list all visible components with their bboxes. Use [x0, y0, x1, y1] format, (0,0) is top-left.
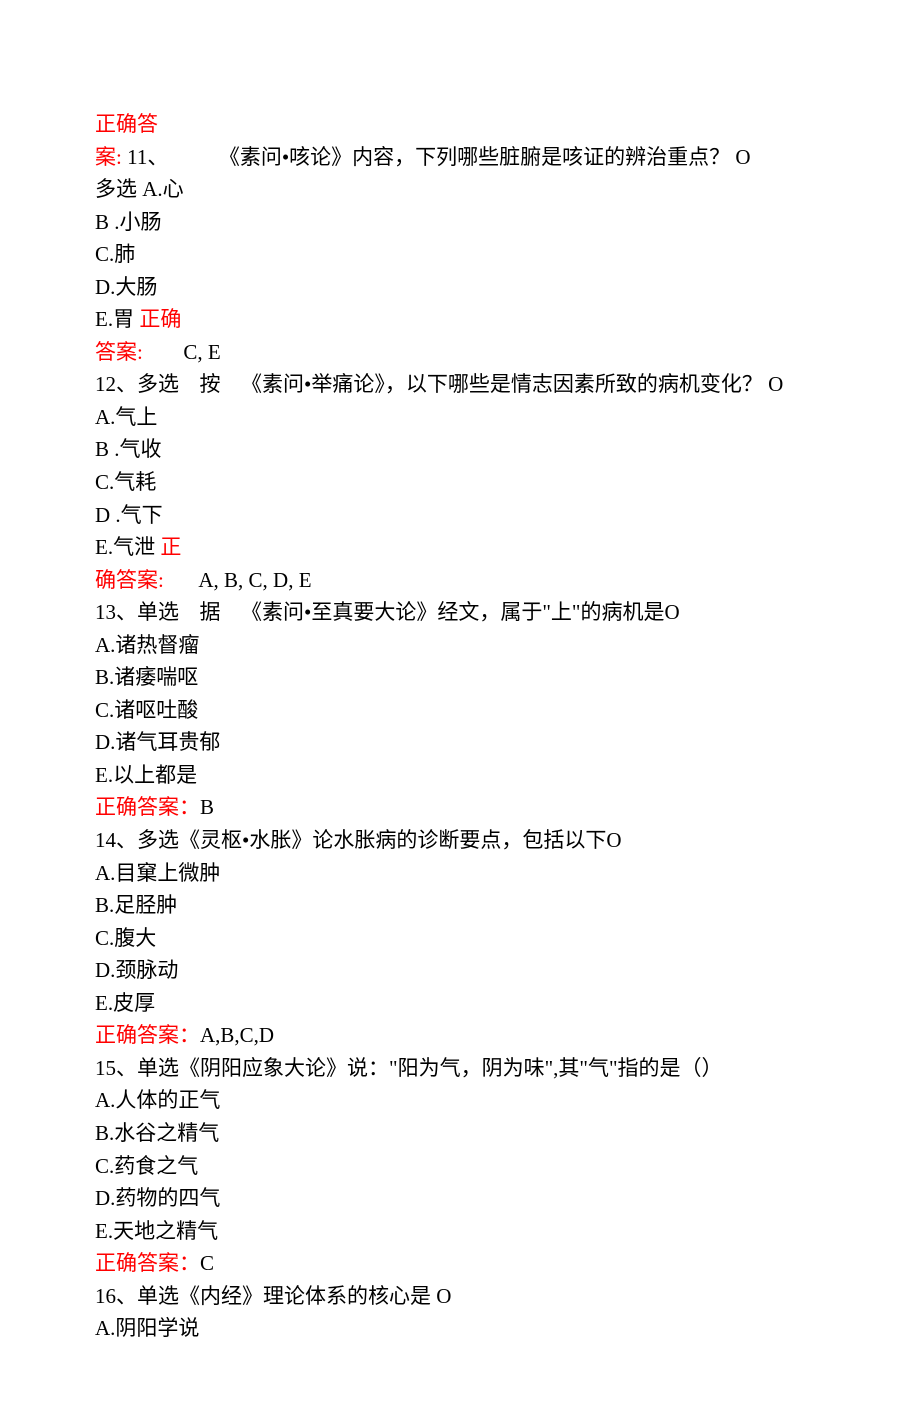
option-line: A.目窠上微肿 [95, 857, 900, 890]
option-line: C.气耗 [95, 466, 900, 499]
question-number: 14、多选 [95, 828, 179, 852]
option-line: A.阴阳学说 [95, 1312, 900, 1345]
question-stem: 16、单选《内经》理论体系的核心是 O [95, 1280, 900, 1313]
stem-text: 《灵枢•水胀》论水胀病的诊断要点，包括以下O [179, 828, 622, 852]
option-line: B.水谷之精气 [95, 1117, 900, 1150]
answer-value: A,B,C,D [200, 1023, 274, 1047]
option-line: C.诸呕吐酸 [95, 694, 900, 727]
answer-value: C, E [183, 340, 220, 364]
answer-label-part: 正 [160, 535, 181, 559]
question-number: 15、单选 [95, 1056, 179, 1080]
stem-text: 《素问•举痛论》，以下哪些是情志因素所致的病机变化？ O [241, 372, 783, 396]
question-stem: 案: 11、 《素问•咳论》内容，下列哪些脏腑是咳证的辨治重点？ O [95, 141, 900, 174]
answer-label: 正确答案： [95, 1251, 200, 1275]
option-line: D.颈脉动 [95, 954, 900, 987]
stem-text: 《素问•咳论》内容，下列哪些脏腑是咳证的辨治重点？ O [219, 145, 751, 169]
option-line: B.诸痿喘呕 [95, 661, 900, 694]
stem-prefix: 按 [200, 372, 221, 396]
question-stem: 15、单选《阴阳应象大论》说："阳为气，阴为味",其"气"指的是（） [95, 1052, 900, 1085]
option-line: A.人体的正气 [95, 1084, 900, 1117]
answer-label-part: 案: [95, 145, 127, 169]
option-text: E.气泄 [95, 535, 160, 559]
answer-label-part: 确答案: [95, 568, 164, 592]
answer-label: 正确答案： [95, 1023, 200, 1047]
answer-line: 确答案: A, B, C, D, E [95, 564, 900, 597]
stem-prefix: 据 [200, 600, 221, 624]
option-line: E.皮厚 [95, 987, 900, 1020]
stem-text: 《阴阳应象大论》说："阳为气，阴为味",其"气"指的是（） [179, 1056, 723, 1080]
stem-text: 《素问•至真要大论》经文，属于"上"的病机是O [241, 600, 680, 624]
option-line: D.药物的四气 [95, 1182, 900, 1215]
question-number: 11、 [127, 145, 168, 169]
answer-label-part: 正确 [139, 307, 181, 331]
question-stem: 13、单选 据 《素问•至真要大论》经文，属于"上"的病机是O [95, 596, 900, 629]
answer-line: 答案: C, E [95, 336, 900, 369]
answer-line: 正确答案：B [95, 791, 900, 824]
option-line: 多选 A.心 [95, 173, 900, 206]
option-line: A.气上 [95, 401, 900, 434]
option-line: E.天地之精气 [95, 1215, 900, 1248]
answer-line: 正确答案：A,B,C,D [95, 1019, 900, 1052]
answer-value: A, B, C, D, E [198, 568, 311, 592]
option-line: B .小肠 [95, 206, 900, 239]
question-number: 16、单选 [95, 1284, 179, 1308]
option-line: D .气下 [95, 499, 900, 532]
answer-label: 正确答案： [95, 795, 200, 819]
answer-line: 正确答案：C [95, 1247, 900, 1280]
question-stem: 12、多选 按 《素问•举痛论》，以下哪些是情志因素所致的病机变化？ O [95, 368, 900, 401]
option-line: C.腹大 [95, 922, 900, 955]
option-and-answer: E.气泄 正 [95, 531, 900, 564]
answer-label-part: 答案: [95, 340, 143, 364]
document-page: 正确答 案: 11、 《素问•咳论》内容，下列哪些脏腑是咳证的辨治重点？ O 多… [0, 0, 920, 1405]
question-stem: 14、多选《灵枢•水胀》论水胀病的诊断要点，包括以下O [95, 824, 900, 857]
stem-text: 《内经》理论体系的核心是 O [179, 1284, 451, 1308]
option-line: B.足胫肿 [95, 889, 900, 922]
option-and-answer: E.胃 正确 [95, 303, 900, 336]
option-line: E.以上都是 [95, 759, 900, 792]
answer-label-part: 正确答 [95, 112, 158, 136]
question-number: 13、单选 [95, 600, 179, 624]
option-line: C.肺 [95, 238, 900, 271]
answer-label-fragment: 正确答 [95, 108, 900, 141]
option-line: D.大肠 [95, 271, 900, 304]
answer-value: C [200, 1251, 214, 1275]
option-line: A.诸热督瘤 [95, 629, 900, 662]
option-line: C.药食之气 [95, 1150, 900, 1183]
question-number: 12、多选 [95, 372, 179, 396]
option-line: B .气收 [95, 433, 900, 466]
option-text: E.胃 [95, 307, 139, 331]
option-line: D.诸气耳贵郁 [95, 726, 900, 759]
answer-value: B [200, 795, 214, 819]
